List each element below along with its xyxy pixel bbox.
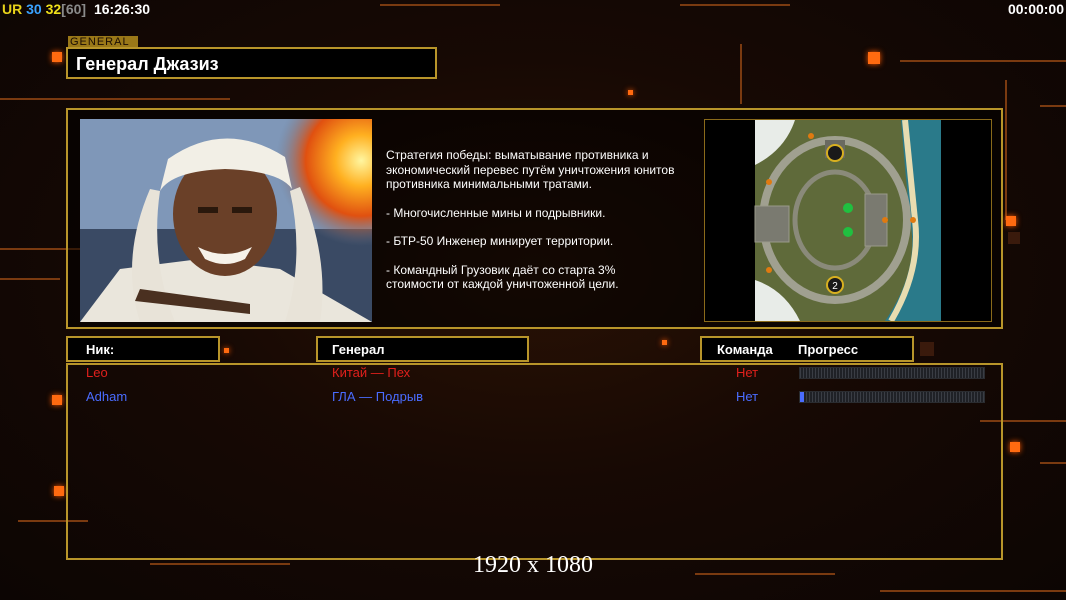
fps-value-b: 32 xyxy=(45,1,62,17)
general-title-box: Генерал Джазиз xyxy=(66,47,437,79)
bg-marker xyxy=(1006,216,1016,226)
general-info-panel: Стратегия победы: выматывание противника… xyxy=(66,108,1003,329)
bg-line xyxy=(0,98,230,100)
ur-label: UR xyxy=(2,1,23,17)
map-start-position: 2 xyxy=(832,281,838,292)
player-general: ГЛА — Подрыв xyxy=(332,389,424,404)
header-general: Генерал xyxy=(316,336,529,362)
fps-cap: [60] xyxy=(61,1,87,17)
player-nick: Adham xyxy=(86,389,128,404)
bg-line xyxy=(0,278,60,280)
description-point-1: - Многочисленные мины и подрывники. xyxy=(386,205,606,220)
bg-marker xyxy=(628,90,633,95)
bg-line xyxy=(680,4,790,6)
bg-line xyxy=(1040,105,1066,107)
player-nick: Leo xyxy=(86,365,108,380)
header-nick-label: Ник: xyxy=(86,342,115,357)
map-preview: 2 xyxy=(704,119,992,322)
general-portrait xyxy=(80,119,372,322)
player-team: Нет xyxy=(736,389,759,404)
resolution-label: 1920 x 1080 xyxy=(473,552,593,578)
bg-line xyxy=(1040,462,1066,464)
header-team-progress: Команда Прогресс xyxy=(700,336,914,362)
player-progress-bar xyxy=(799,367,985,379)
general-description: Стратегия победы: выматывание противника… xyxy=(386,148,716,306)
player-progress-fill xyxy=(800,392,804,402)
bg-marker xyxy=(54,486,64,496)
player-progress-bar xyxy=(799,391,985,403)
game-timer: 00:00:00 xyxy=(1007,1,1064,17)
bg-marker xyxy=(52,52,62,62)
player-team: Нет xyxy=(736,365,759,380)
clock: 16:26:30 xyxy=(93,1,151,17)
bg-marker xyxy=(662,340,667,345)
fps-counter: UR 30 32[60] 16:26:30 xyxy=(2,1,150,17)
player-general: Китай — Пех xyxy=(332,365,411,380)
bg-line xyxy=(1005,80,1007,220)
header-team-label: Команда xyxy=(717,342,773,357)
bg-line xyxy=(880,590,1066,592)
description-point-3: - Командный Грузовик даёт со старта 3% с… xyxy=(386,262,619,292)
header-general-label: Генерал xyxy=(332,342,385,357)
fps-value-a: 30 xyxy=(26,1,42,17)
bg-marker xyxy=(224,348,229,353)
bg-marker xyxy=(1008,232,1020,244)
bg-marker xyxy=(1010,442,1020,452)
description-point-2: - БТР-50 Инженер минирует территории. xyxy=(386,234,614,248)
bg-marker xyxy=(52,395,62,405)
header-nick: Ник: xyxy=(66,336,220,362)
bg-line xyxy=(900,60,1066,62)
bg-marker xyxy=(920,342,934,356)
general-name: Генерал Джазиз xyxy=(76,54,219,74)
header-progress-label: Прогресс xyxy=(798,342,859,357)
bg-line xyxy=(740,44,742,104)
bg-marker xyxy=(868,52,880,64)
bg-line xyxy=(380,4,500,6)
description-strategy: Стратегия победы: выматывание противника… xyxy=(386,148,675,191)
